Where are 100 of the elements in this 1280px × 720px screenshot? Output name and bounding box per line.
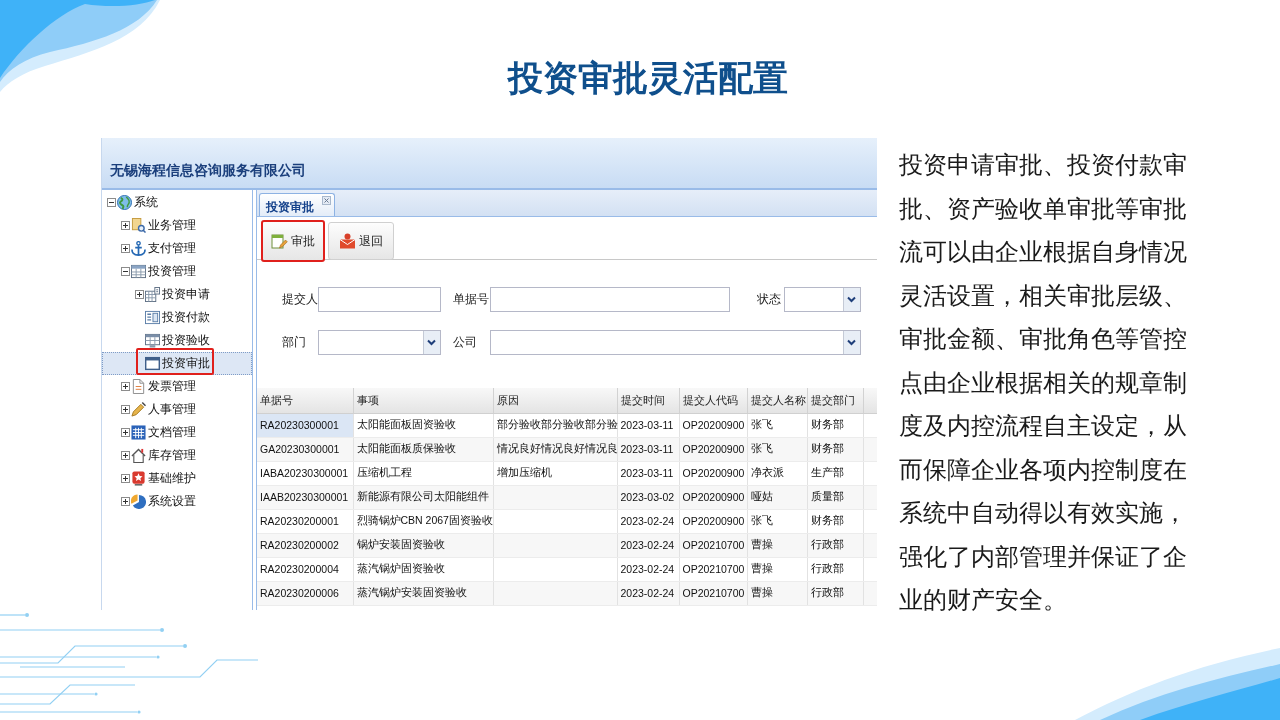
tree-item[interactable]: 系统 bbox=[102, 191, 252, 214]
table-cell: OP20200900 bbox=[679, 485, 747, 509]
table-cell: RA20230200004 bbox=[257, 557, 353, 581]
tree-item[interactable]: 库存管理 bbox=[102, 444, 252, 467]
column-header[interactable]: 单据号 bbox=[257, 388, 353, 413]
tree-item[interactable]: 文档管理 bbox=[102, 421, 252, 444]
table-cell: OP20210700 bbox=[679, 557, 747, 581]
table-cell: IAAB20230300001 bbox=[257, 485, 353, 509]
table-cell: 行政部 bbox=[807, 557, 863, 581]
table-cell: 行政部 bbox=[807, 581, 863, 605]
expand-toggle-icon[interactable] bbox=[135, 290, 144, 299]
table-row[interactable]: GA20230300001 太阳能面板质保验收 情况良好情况良好情况良 2023-03-11 OP20200900 张飞 财务部 bbox=[257, 437, 877, 461]
table-cell: RA20230300001 bbox=[257, 413, 353, 437]
tree-item[interactable]: 投资付款 bbox=[102, 306, 252, 329]
slide-title: 投资审批灵活配置 bbox=[508, 57, 788, 99]
table-cell: 2023-02-24 bbox=[617, 581, 679, 605]
table-cell: OP20210700 bbox=[679, 581, 747, 605]
tree-item[interactable]: 投资验收 bbox=[102, 329, 252, 352]
table-row[interactable]: RA20230200001 烈骑锅炉CBN 2067固资验收 2023-02-24 OP20200900 张飞 财务部 bbox=[257, 509, 877, 533]
tree-item[interactable]: 系统设置 bbox=[102, 490, 252, 513]
tree-item[interactable]: 业务管理 bbox=[102, 214, 252, 237]
collapse-toggle-icon[interactable] bbox=[107, 198, 116, 207]
house-icon bbox=[131, 448, 146, 463]
column-header[interactable]: 提交人名称 bbox=[747, 388, 807, 413]
text-field[interactable] bbox=[490, 287, 730, 312]
table-cell: 2023-02-24 bbox=[617, 557, 679, 581]
expand-toggle-icon[interactable] bbox=[121, 244, 130, 253]
description-text: 投资申请审批、投资付款审批、资产验收单审批等审批流可以由企业根据自身情况灵活设置，相关审批层级、审批金额、审批角色等管控点由企业根据相关的规章制度及内控流程自主设定，从而保障企业各项内控制度在系统中自动得以有效实施，强化了内部管理并保证了企业的财产安全。 bbox=[899, 150, 1188, 616]
form-icon bbox=[145, 310, 160, 325]
tab[interactable]: 投资审批 bbox=[259, 193, 335, 216]
toolbar-button[interactable]: 退回 bbox=[328, 222, 394, 260]
close-icon[interactable] bbox=[322, 196, 331, 205]
expand-toggle-icon[interactable] bbox=[121, 451, 130, 460]
table-cell: 曹操 bbox=[747, 533, 807, 557]
column-header[interactable]: 原因 bbox=[493, 388, 617, 413]
dropdown-field[interactable] bbox=[318, 330, 441, 355]
table-row[interactable]: RA20230200004 蒸汽锅炉固资验收 2023-02-24 OP20210700 曹操 行政部 bbox=[257, 557, 877, 581]
table-cell: RA20230200006 bbox=[257, 581, 353, 605]
tree-item[interactable]: 投资管理 bbox=[102, 260, 252, 283]
expand-toggle-icon[interactable] bbox=[121, 497, 130, 506]
table-cell: 锅炉安装固资验收 bbox=[353, 533, 493, 557]
table-cell: IABA20230300001 bbox=[257, 461, 353, 485]
envelope-icon bbox=[339, 233, 356, 249]
table-cell: 财务部 bbox=[807, 437, 863, 461]
table-cell: 行政部 bbox=[807, 533, 863, 557]
table-row[interactable]: RA20230200006 蒸汽锅炉安装固资验收 2023-02-24 OP20210700 曹操 行政部 bbox=[257, 581, 877, 605]
pencil-icon bbox=[131, 402, 146, 417]
field-label: 公司 bbox=[452, 334, 477, 351]
table-document-icon bbox=[145, 287, 160, 302]
table-cell: 质量部 bbox=[807, 485, 863, 509]
tree-item[interactable]: 投资申请 bbox=[102, 283, 252, 306]
company-name: 无锡海程信息咨询服务有限公司 bbox=[110, 162, 306, 178]
column-header[interactable]: 提交人代码 bbox=[679, 388, 747, 413]
expand-toggle-icon[interactable] bbox=[121, 405, 130, 414]
table-cell: OP20200900 bbox=[679, 437, 747, 461]
column-header[interactable]: 事项 bbox=[353, 388, 493, 413]
globe-icon bbox=[117, 195, 132, 210]
table-cell: RA20230200002 bbox=[257, 533, 353, 557]
chevron-down-icon[interactable] bbox=[843, 288, 860, 311]
table-icon bbox=[145, 333, 160, 348]
table-cell: 2023-03-11 bbox=[617, 413, 679, 437]
table-row[interactable]: RA20230300001 太阳能面板固资验收 部分验收部分验收部分验 2023-03-11 OP20200900 张飞 财务部 bbox=[257, 413, 877, 437]
tree-item[interactable]: 人事管理 bbox=[102, 398, 252, 421]
chevron-down-icon[interactable] bbox=[843, 331, 860, 354]
notepad-pencil-icon bbox=[271, 233, 288, 249]
table-cell: RA20230200001 bbox=[257, 509, 353, 533]
table-cell: 曹操 bbox=[747, 581, 807, 605]
table-cell: 烈骑锅炉CBN 2067固资验收 bbox=[353, 509, 493, 533]
toolbar-button[interactable]: 审批 bbox=[261, 220, 325, 262]
table-row[interactable]: IAAB20230300001 新能源有限公司太阳能组件 2023-03-02 OP20200900 哑姑 质量部 bbox=[257, 485, 877, 509]
table-icon bbox=[131, 264, 146, 279]
table-cell: 张飞 bbox=[747, 413, 807, 437]
text-field[interactable] bbox=[318, 287, 441, 312]
dropdown-field[interactable] bbox=[784, 287, 861, 312]
field-label: 部门 bbox=[282, 334, 306, 351]
column-header[interactable]: 提交时间 bbox=[617, 388, 679, 413]
dropdown-field[interactable] bbox=[490, 330, 861, 355]
collapse-toggle-icon[interactable] bbox=[121, 267, 130, 276]
table-cell: OP20200900 bbox=[679, 509, 747, 533]
window-icon bbox=[145, 356, 160, 371]
table-cell: 张飞 bbox=[747, 437, 807, 461]
field-label: 提交人 bbox=[282, 291, 318, 308]
table-cell: 太阳能面板固资验收 bbox=[353, 413, 493, 437]
table-cell: 情况良好情况良好情况良 bbox=[493, 437, 617, 461]
column-header[interactable]: 提交部门 bbox=[807, 388, 863, 413]
expand-toggle-icon[interactable] bbox=[121, 474, 130, 483]
expand-toggle-icon[interactable] bbox=[121, 382, 130, 391]
expand-toggle-icon[interactable] bbox=[121, 428, 130, 437]
expand-toggle-icon[interactable] bbox=[121, 221, 130, 230]
tree-item[interactable]: 支付管理 bbox=[102, 237, 252, 260]
table-row[interactable]: IABA20230300001 压缩机工程 增加压缩机 2023-03-11 OP20200900 净衣派 生产部 bbox=[257, 461, 877, 485]
chevron-down-icon[interactable] bbox=[423, 331, 440, 354]
tree-item[interactable]: 发票管理 bbox=[102, 375, 252, 398]
table-row[interactable]: RA20230200002 锅炉安装固资验收 2023-02-24 OP20210700 曹操 行政部 bbox=[257, 533, 877, 557]
table-cell: 生产部 bbox=[807, 461, 863, 485]
tree-item[interactable]: 基础维护 bbox=[102, 467, 252, 490]
table-cell: 2023-02-24 bbox=[617, 533, 679, 557]
table-cell: 蒸汽锅炉固资验收 bbox=[353, 557, 493, 581]
table-cell: 增加压缩机 bbox=[493, 461, 617, 485]
table-cell: 部分验收部分验收部分验 bbox=[493, 413, 617, 437]
